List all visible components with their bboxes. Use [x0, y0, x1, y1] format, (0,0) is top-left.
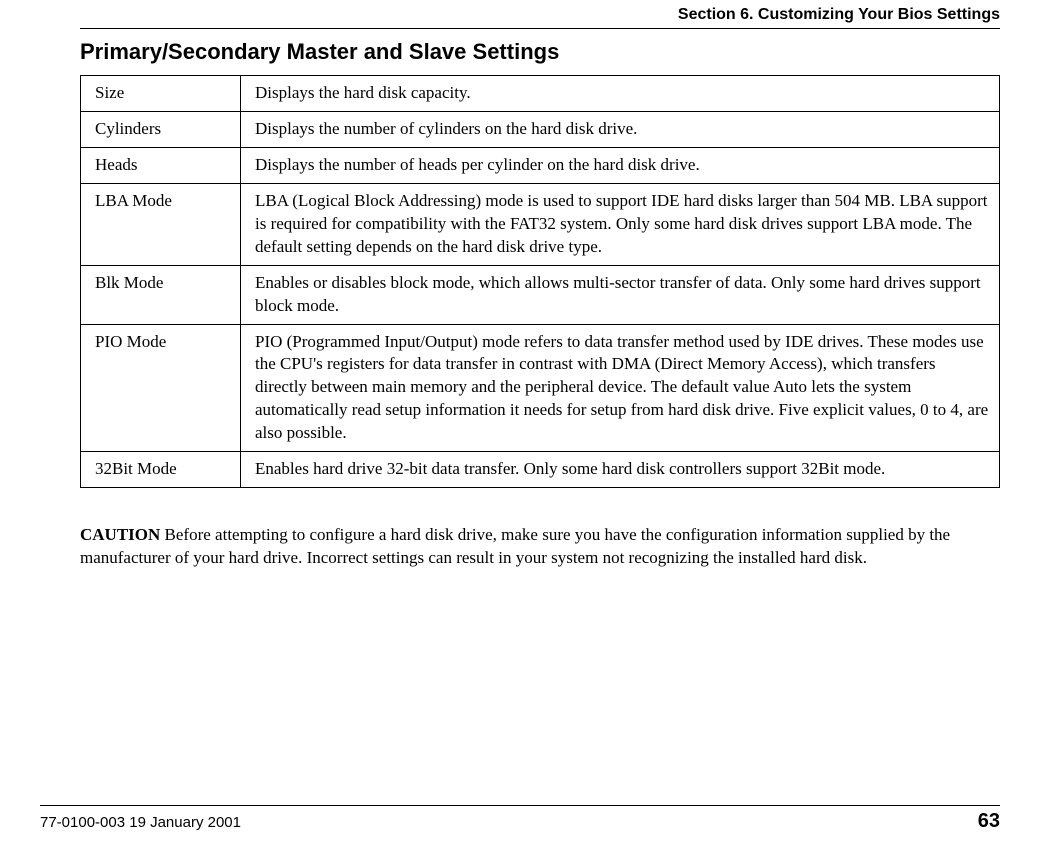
setting-name: Size [81, 76, 241, 112]
setting-name: 32Bit Mode [81, 452, 241, 488]
footer-rule [40, 805, 1000, 806]
setting-name: Heads [81, 147, 241, 183]
caution-label: CAUTION [80, 525, 160, 544]
setting-desc: Displays the number of cylinders on the … [241, 111, 1000, 147]
table-row: 32Bit Mode Enables hard drive 32-bit dat… [81, 452, 1000, 488]
footer-doc-id: 77-0100-003 19 January 2001 [40, 814, 241, 831]
setting-desc: Displays the number of heads per cylinde… [241, 147, 1000, 183]
table-row: Heads Displays the number of heads per c… [81, 147, 1000, 183]
section-title: Primary/Secondary Master and Slave Setti… [80, 39, 1000, 65]
setting-name: LBA Mode [81, 183, 241, 265]
running-head: Section 6. Customizing Your Bios Setting… [80, 0, 1000, 28]
setting-desc: Displays the hard disk capacity. [241, 76, 1000, 112]
footer-page-number: 63 [978, 810, 1000, 833]
page-footer: 77-0100-003 19 January 2001 63 [0, 805, 1050, 833]
header-rule [80, 28, 1000, 29]
setting-name: Cylinders [81, 111, 241, 147]
setting-desc: LBA (Logical Block Addressing) mode is u… [241, 183, 1000, 265]
table-row: Size Displays the hard disk capacity. [81, 76, 1000, 112]
table-row: Blk Mode Enables or disables block mode,… [81, 265, 1000, 324]
setting-desc: PIO (Programmed Input/Output) mode refer… [241, 324, 1000, 452]
table-row: PIO Mode PIO (Programmed Input/Output) m… [81, 324, 1000, 452]
table-row: LBA Mode LBA (Logical Block Addressing) … [81, 183, 1000, 265]
setting-desc: Enables hard drive 32-bit data transfer.… [241, 452, 1000, 488]
settings-table: Size Displays the hard disk capacity. Cy… [80, 75, 1000, 488]
setting-name: Blk Mode [81, 265, 241, 324]
setting-desc: Enables or disables block mode, which al… [241, 265, 1000, 324]
caution-paragraph: CAUTION Before attempting to configure a… [80, 524, 1000, 570]
setting-name: PIO Mode [81, 324, 241, 452]
table-row: Cylinders Displays the number of cylinde… [81, 111, 1000, 147]
caution-text: Before attempting to configure a hard di… [80, 525, 950, 567]
